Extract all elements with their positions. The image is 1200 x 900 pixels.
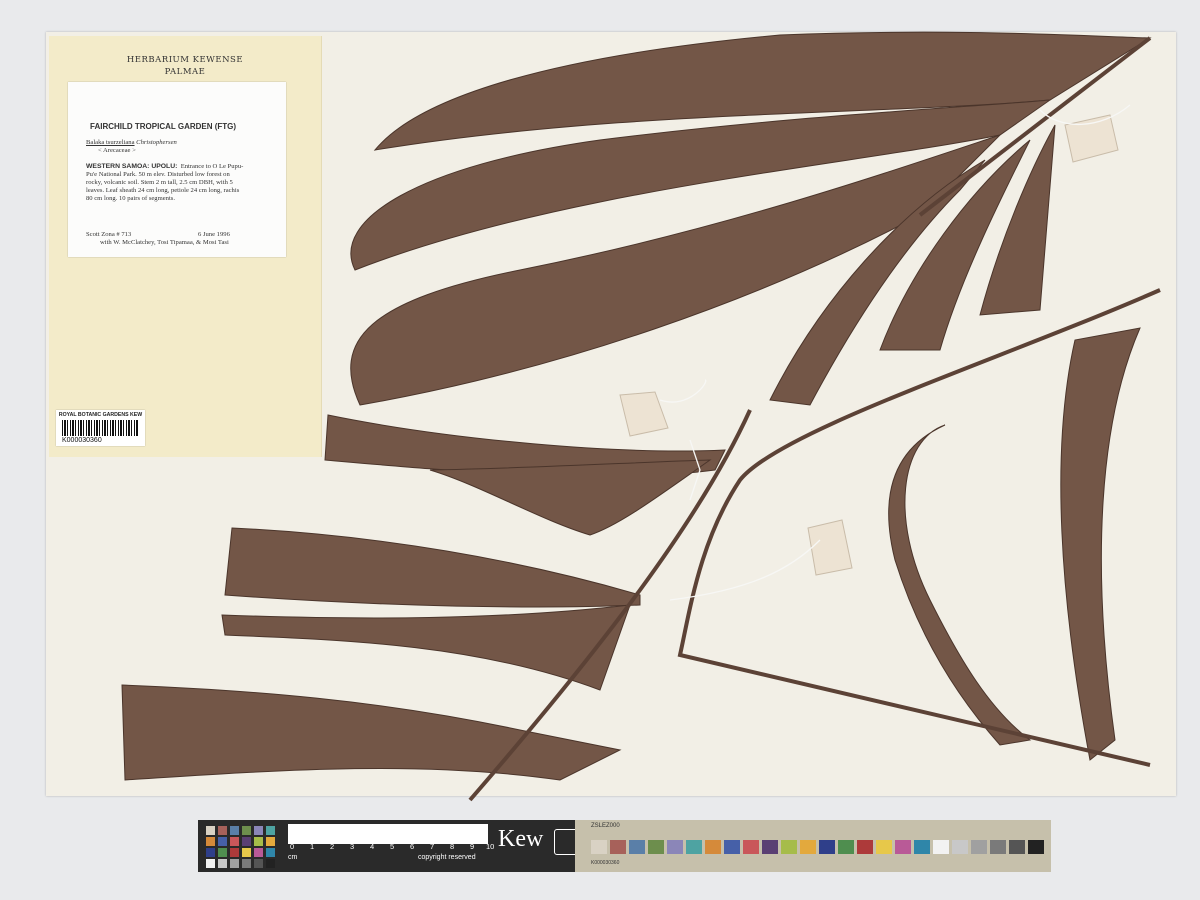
chart-color-patch	[857, 840, 873, 854]
colour-chart-card: ZSLEZ000 K000030360	[575, 820, 1051, 872]
ruler-number: 1	[310, 842, 315, 851]
color-swatch	[230, 859, 239, 868]
color-swatch	[242, 848, 251, 857]
ruler-number: 3	[350, 842, 355, 851]
color-swatch	[206, 859, 215, 868]
chart-color-patch	[743, 840, 759, 854]
cm-ruler	[288, 824, 488, 844]
chart-color-patch	[1028, 840, 1044, 854]
color-swatch	[206, 826, 215, 835]
color-swatch	[254, 837, 263, 846]
chart-color-patch	[781, 840, 797, 854]
color-scale-bar: 0 1 2 3 4 5 6 7 8 9 10 cm copyright rese…	[198, 820, 1051, 872]
color-swatch	[230, 826, 239, 835]
color-swatch	[266, 826, 275, 835]
color-swatch	[218, 837, 227, 846]
color-swatch	[242, 859, 251, 868]
chart-color-patch	[876, 840, 892, 854]
color-swatch	[254, 826, 263, 835]
chart-color-patch	[952, 840, 968, 854]
chart-color-patch	[895, 840, 911, 854]
chart-color-patch	[705, 840, 721, 854]
chart-color-patch	[933, 840, 949, 854]
color-swatch	[206, 837, 215, 846]
chart-color-patch	[591, 840, 607, 854]
chart-color-patch	[629, 840, 645, 854]
chart-color-patch	[819, 840, 835, 854]
copyright-text: copyright reserved	[418, 854, 476, 861]
leaf-segment	[221, 604, 631, 691]
ruler-number: 9	[470, 842, 475, 851]
ruler-number: 4	[370, 842, 375, 851]
color-swatch	[230, 848, 239, 857]
chart-color-patch	[990, 840, 1006, 854]
color-swatch	[230, 837, 239, 846]
chart-color-patch	[724, 840, 740, 854]
leaf-segment	[121, 684, 622, 781]
specimen-tag	[619, 391, 669, 437]
leaf-segment	[429, 459, 712, 536]
color-swatch	[266, 859, 275, 868]
specimen-tag	[1064, 114, 1119, 163]
color-swatch	[218, 826, 227, 835]
color-swatch	[242, 837, 251, 846]
color-swatch	[254, 848, 263, 857]
color-swatch	[206, 848, 215, 857]
specimen-tag	[807, 519, 853, 576]
chart-color-patch	[1009, 840, 1025, 854]
chart-color-patch	[648, 840, 664, 854]
ruler-number: 7	[430, 842, 435, 851]
chart-color-patch	[667, 840, 683, 854]
chart-color-patch	[686, 840, 702, 854]
ruler-unit: cm	[288, 854, 298, 861]
color-swatch	[218, 848, 227, 857]
ruler-number: 8	[450, 842, 455, 851]
color-swatch	[254, 859, 263, 868]
chart-color-patch	[762, 840, 778, 854]
color-swatch	[266, 837, 275, 846]
card-code-top: ZSLEZ000	[591, 823, 620, 829]
ruler-number: 6	[410, 842, 415, 851]
color-swatch	[242, 826, 251, 835]
ruler-number: 10	[486, 842, 495, 851]
kew-logo: Kew	[498, 826, 544, 852]
card-code-bottom: K000030360	[591, 860, 620, 866]
chart-color-patch	[971, 840, 987, 854]
chart-color-patch	[838, 840, 854, 854]
ruler-number: 2	[330, 842, 335, 851]
palm-specimen	[121, 31, 1161, 802]
ruler-number: 5	[390, 842, 395, 851]
chart-color-patch	[610, 840, 626, 854]
color-swatch	[266, 848, 275, 857]
leaf-segment	[1060, 327, 1141, 761]
chart-color-patch	[914, 840, 930, 854]
ruler-number: 0	[290, 842, 295, 851]
leaf-segment	[224, 527, 641, 608]
leaf-segment	[888, 424, 1032, 746]
color-swatch	[218, 859, 227, 868]
chart-color-patch	[800, 840, 816, 854]
